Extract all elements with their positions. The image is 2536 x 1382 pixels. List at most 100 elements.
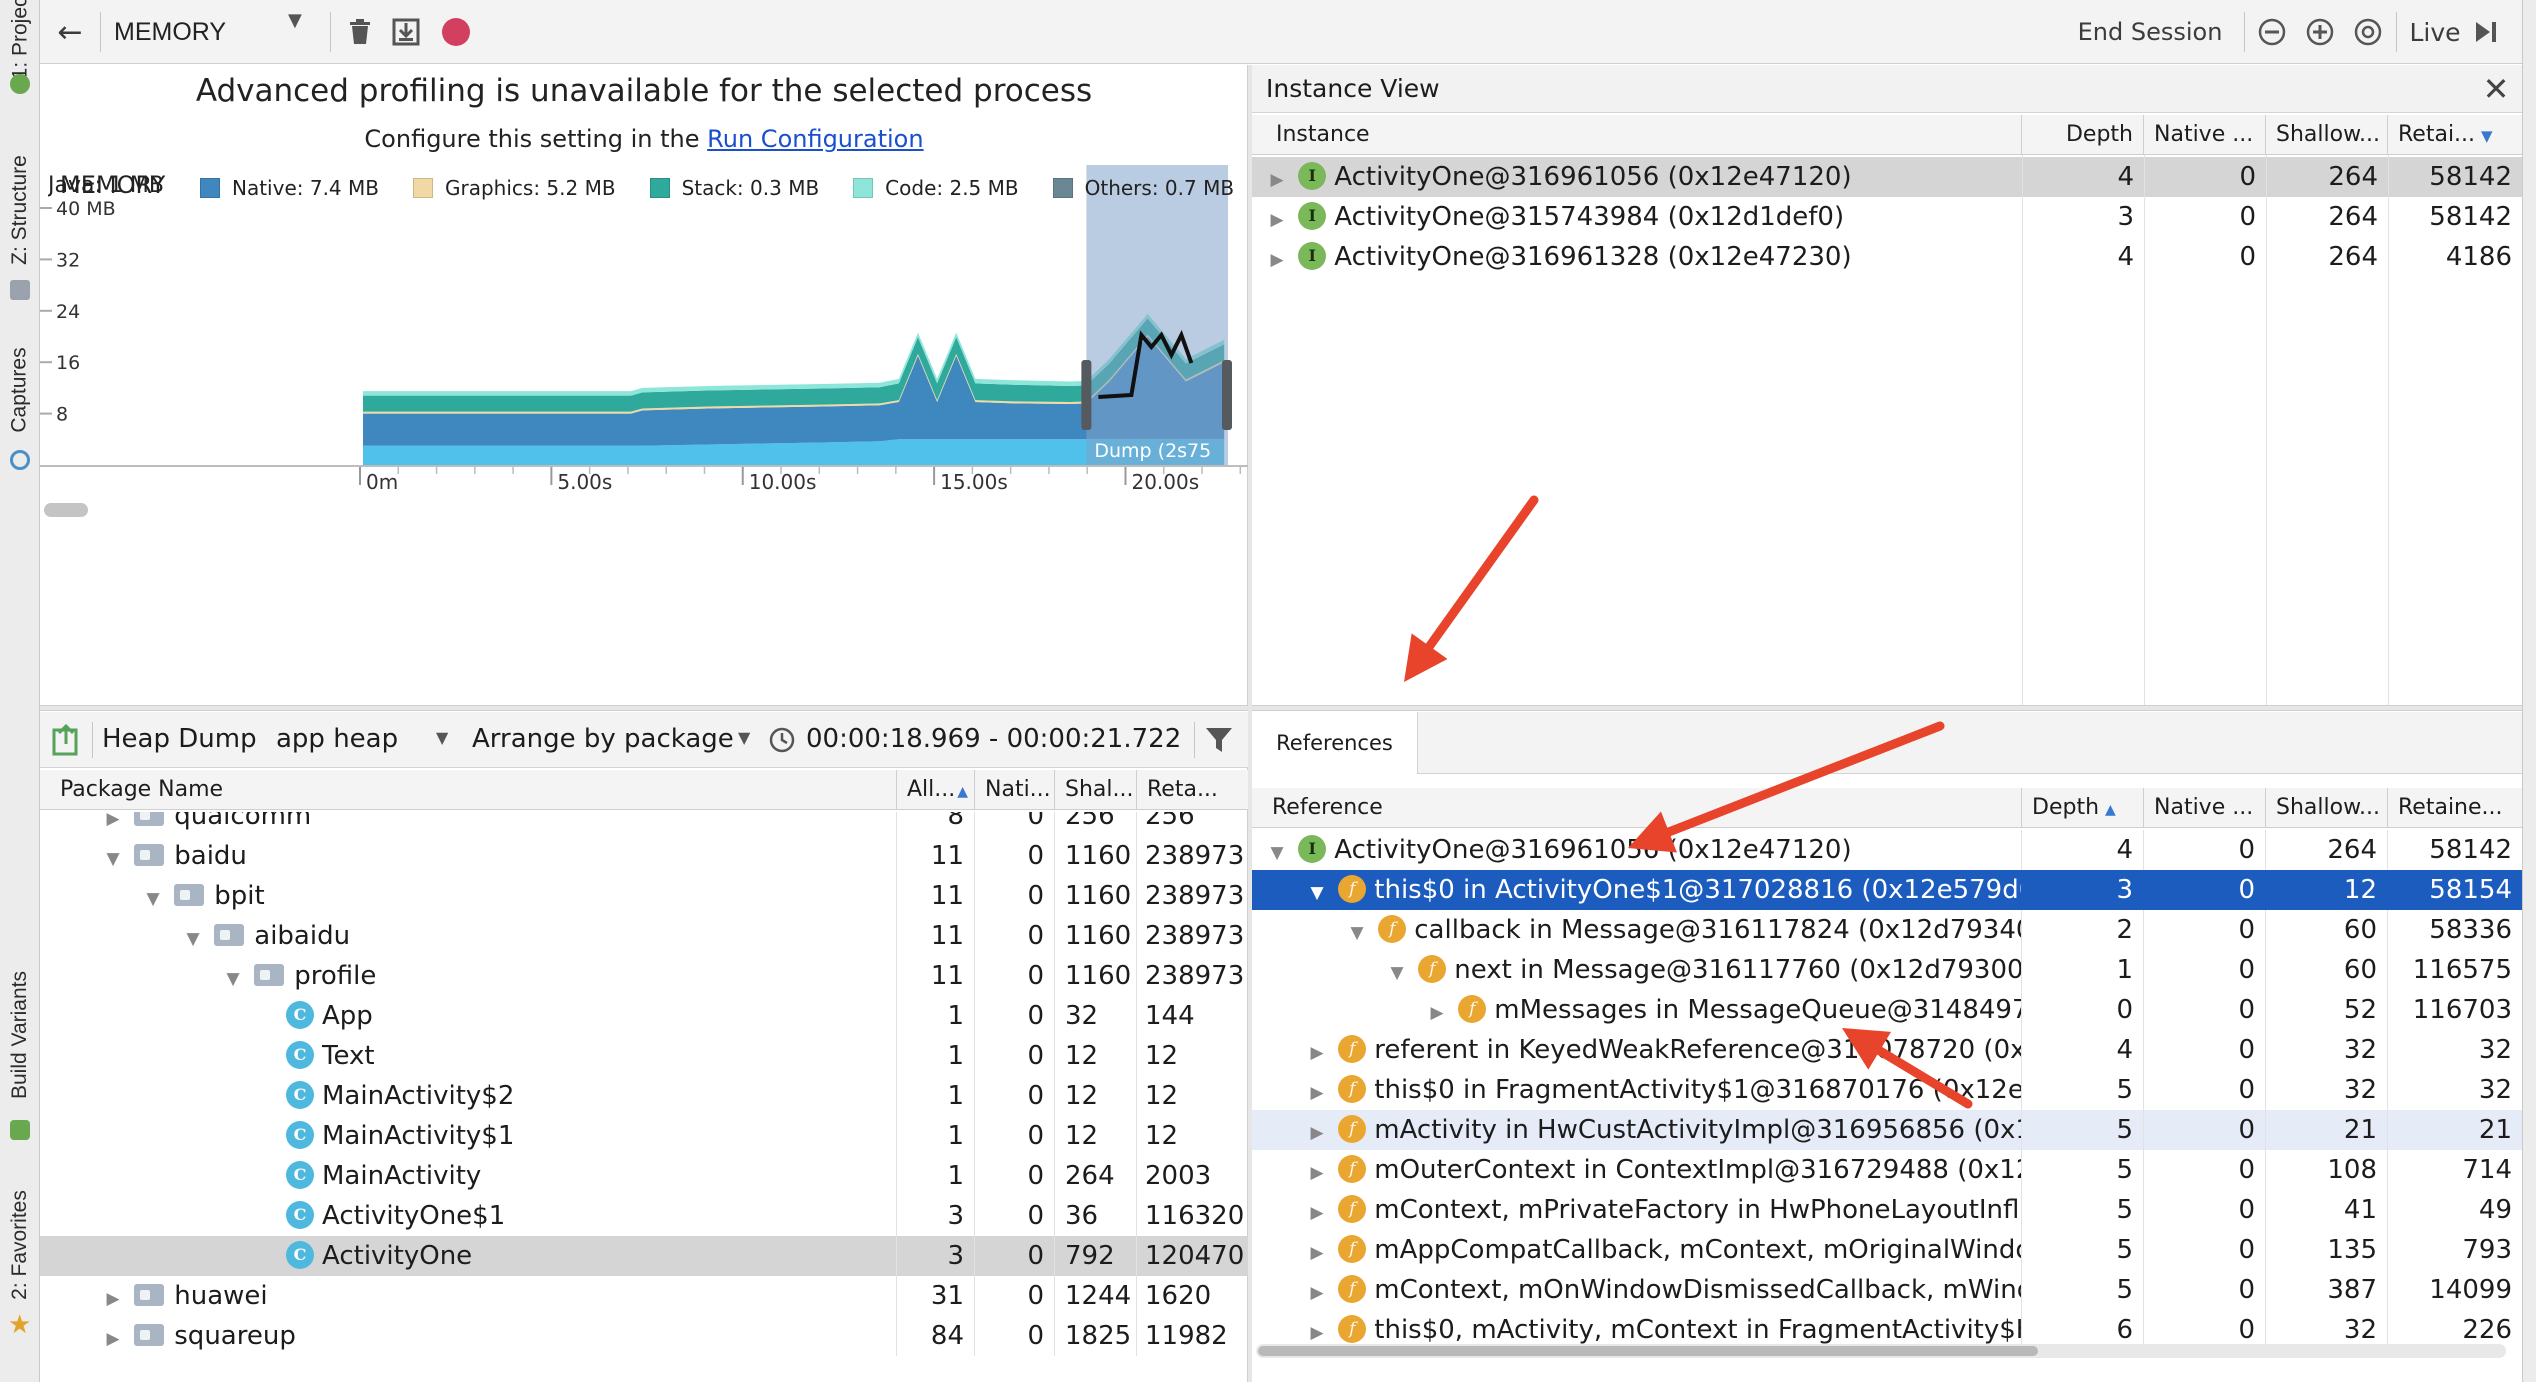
reference-row[interactable]: ▼ f this$0 in ActivityOne$1@317028816 (0x… (1252, 870, 2522, 910)
structure-tab[interactable]: Z: Structure (0, 140, 40, 280)
reference-row[interactable]: ▼ f next in Message@316117760 (0x12d79300… (1252, 950, 2522, 990)
expand-down-icon[interactable]: ▼ (140, 879, 166, 916)
col-native[interactable]: Native ... (2144, 788, 2266, 828)
back-arrow-icon[interactable]: ← (48, 10, 92, 54)
expand-right-icon[interactable]: ▶ (1424, 993, 1450, 1030)
selection-range[interactable] (1086, 165, 1228, 465)
col-retained[interactable]: Retai... ▼ (2388, 115, 2522, 155)
trash-icon[interactable] (340, 10, 380, 54)
horizontal-scrollbar[interactable] (1256, 1344, 2506, 1358)
export-icon[interactable] (52, 723, 82, 756)
expand-right-icon[interactable]: ▶ (1304, 1273, 1330, 1310)
instance-depth-cell: 3 (2117, 202, 2134, 232)
filter-icon[interactable] (1204, 726, 1234, 754)
profiler-selector-dropdown[interactable]: MEMORY ▼ (108, 10, 318, 54)
col-shallow[interactable]: Shal... (1055, 770, 1137, 810)
selection-handle-right[interactable] (1222, 360, 1232, 430)
reset-zoom-icon[interactable] (2348, 10, 2388, 54)
col-retained[interactable]: Reta... (1137, 770, 1248, 810)
expand-right-icon[interactable]: ▶ (100, 1279, 126, 1316)
horizontal-splitter-right[interactable] (1252, 705, 2522, 711)
reference-row[interactable]: ▶ f referent in KeyedWeakReference@317078… (1252, 1030, 2522, 1070)
col-package-name[interactable]: Package Name (40, 770, 897, 810)
reference-row[interactable]: ▶ f mMessages in MessageQueue@31484970 0 0 5… (1252, 990, 2522, 1030)
col-reference[interactable]: Reference (1252, 788, 2022, 828)
col-shallow[interactable]: Shallow... (2266, 788, 2388, 828)
scrollbar-thumb[interactable] (1258, 1346, 2038, 1356)
zoom-in-icon[interactable] (2300, 10, 2340, 54)
reference-row[interactable]: ▶ f this$0 in FragmentActivity$1@31687017… (1252, 1070, 2522, 1110)
expand-right-icon[interactable]: ▶ (1264, 240, 1290, 277)
expand-down-icon[interactable]: ▼ (180, 919, 206, 956)
col-shallow[interactable]: Shallow... (2266, 115, 2388, 155)
instance-row[interactable]: ▶ I ActivityOne@316961056 (0x12e47120) 4 0 2… (1252, 157, 2522, 197)
run-configuration-link[interactable]: Run Configuration (707, 125, 923, 153)
expand-right-icon[interactable]: ▶ (1304, 1153, 1330, 1190)
favorites-tab[interactable]: 2: Favorites (0, 1180, 40, 1310)
end-session-button[interactable]: End Session (2060, 10, 2240, 54)
expand-right-icon[interactable]: ▶ (100, 1319, 126, 1356)
memory-area-chart[interactable]: 40 MB 32 24 16 8 Dump (2s75 0m 5.00s 10.00s 15.00… (40, 165, 1248, 705)
references-tab[interactable]: References (1252, 712, 1418, 774)
selection-handle-left[interactable] (1081, 360, 1092, 430)
expand-right-icon[interactable]: ▶ (1304, 1073, 1330, 1110)
class-row[interactable]: C MainActivity 1 0 264 2003 (40, 1156, 1248, 1196)
instance-view-header: Instance View (1252, 65, 2522, 113)
horizontal-splitter-left[interactable] (40, 705, 1248, 711)
col-depth[interactable]: Depth ▲ (2022, 788, 2144, 828)
expand-down-icon[interactable]: ▼ (1344, 913, 1370, 950)
col-depth[interactable]: Depth (2022, 115, 2144, 155)
expand-right-icon[interactable]: ▶ (1304, 1033, 1330, 1070)
col-all[interactable]: All... ▲ (897, 770, 975, 810)
expand-down-icon[interactable]: ▼ (220, 959, 246, 996)
expand-down-icon[interactable]: ▼ (1384, 953, 1410, 990)
reference-row[interactable]: ▶ f mContext, mPrivateFactory in HwPhoneL… (1252, 1190, 2522, 1230)
expand-right-icon[interactable]: ▶ (1304, 1193, 1330, 1230)
expand-right-icon[interactable]: ▶ (1304, 1233, 1330, 1270)
zoom-out-icon[interactable] (2252, 10, 2292, 54)
col-native[interactable]: Nati... (975, 770, 1055, 810)
class-row[interactable]: C MainActivity$2 1 0 12 12 (40, 1076, 1248, 1116)
package-row[interactable]: ▼ profile 11 0 1160 238973 (40, 956, 1248, 996)
reference-row[interactable]: ▶ f mAppCompatCallback, mContext, mOrigin… (1252, 1230, 2522, 1270)
package-row[interactable]: ▶ huawei 31 0 1244 1620 (40, 1276, 1248, 1316)
class-row[interactable]: C ActivityOne$1 3 0 36 116320 (40, 1196, 1248, 1236)
col-retained[interactable]: Retaine... (2388, 788, 2522, 828)
expand-right-icon[interactable]: ▶ (1264, 200, 1290, 237)
expand-down-icon[interactable]: ▼ (1304, 873, 1330, 910)
reference-row[interactable]: ▼ I ActivityOne@316961056 (0x12e47120) 4 0 2… (1252, 830, 2522, 870)
package-row[interactable]: ▼ bpit 11 0 1160 238973 (40, 876, 1248, 916)
heap-dump-icon[interactable] (386, 10, 426, 54)
project-tab[interactable]: 1: Project (0, 0, 40, 79)
reference-row[interactable]: ▶ f mContext, mOnWindowDismissedCallback,… (1252, 1270, 2522, 1310)
build-variants-tab[interactable]: Build Variants (0, 950, 40, 1120)
class-row[interactable]: C Text 1 0 12 12 (40, 1036, 1248, 1076)
instance-row[interactable]: ▶ I ActivityOne@316961328 (0x12e47230) 4 0 2… (1252, 237, 2522, 277)
class-row[interactable]: C App 1 0 32 144 (40, 996, 1248, 1036)
expand-right-icon[interactable]: ▶ (100, 812, 126, 836)
expand-down-icon[interactable]: ▼ (100, 839, 126, 876)
instance-row[interactable]: ▶ I ActivityOne@315743984 (0x12d1def0) 3 0 2… (1252, 197, 2522, 237)
expand-right-icon[interactable]: ▶ (1264, 160, 1290, 197)
class-row[interactable]: C MainActivity$1 1 0 12 12 (40, 1116, 1248, 1156)
class-row[interactable]: C ActivityOne 3 0 792 120470 (40, 1236, 1248, 1276)
live-button[interactable]: Live (2400, 10, 2470, 54)
close-icon[interactable]: ✕ (2476, 67, 2516, 111)
reference-row[interactable]: ▼ f callback in Message@316117824 (0x12d7… (1252, 910, 2522, 950)
col-native[interactable]: Native ... (2144, 115, 2266, 155)
record-icon[interactable] (436, 10, 476, 54)
package-row[interactable]: ▶ squareup 84 0 1825 11982 (40, 1316, 1248, 1356)
reference-row[interactable]: ▶ f mActivity in HwCustActivityImpl@31695… (1252, 1110, 2522, 1150)
package-row[interactable]: ▶ qualcomm 8 0 256 256 (40, 812, 1248, 836)
timeline-scrollbar[interactable] (44, 503, 88, 517)
go-live-icon[interactable] (2468, 10, 2504, 54)
captures-tab[interactable]: Captures (0, 330, 40, 450)
expand-right-icon[interactable]: ▶ (1304, 1113, 1330, 1150)
expand-down-icon[interactable]: ▼ (1264, 833, 1290, 870)
arrange-dropdown[interactable]: Arrange by package ▼ (472, 724, 762, 754)
reference-row[interactable]: ▶ f mOuterContext in ContextImpl@31672948… (1252, 1150, 2522, 1190)
heap-select-dropdown[interactable]: app heap ▼ (276, 724, 456, 754)
package-row[interactable]: ▼ aibaidu 11 0 1160 238973 (40, 916, 1248, 956)
package-row[interactable]: ▼ baidu 11 0 1160 238973 (40, 836, 1248, 876)
col-instance[interactable]: Instance (1252, 115, 2022, 155)
